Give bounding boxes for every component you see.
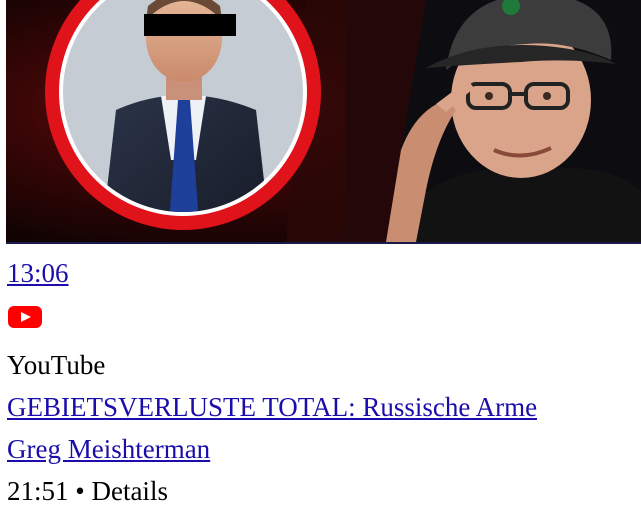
video-thumbnail [6,0,641,242]
video-result-card: 13:06 YouTube GEBIETSVERLUSTE TOTAL: Rus… [0,0,641,520]
censor-bar [144,14,236,36]
youtube-icon [8,304,42,328]
video-source: YouTube [7,350,106,380]
details-link[interactable]: Details [91,476,167,506]
channel-link[interactable]: Greg Meishterman [7,432,210,466]
next-video-thumbnail[interactable] [6,514,641,520]
video-thumbnail-link[interactable] [6,0,641,244]
video-duration-link[interactable]: 13:06 [7,256,69,290]
video-meta: 21:51 • Details [7,474,168,508]
video-title-link[interactable]: GEBIETSVERLUSTE TOTAL: Russische Arme [7,390,537,424]
video-time: 21:51 [7,476,69,506]
meta-separator: • [75,476,85,506]
